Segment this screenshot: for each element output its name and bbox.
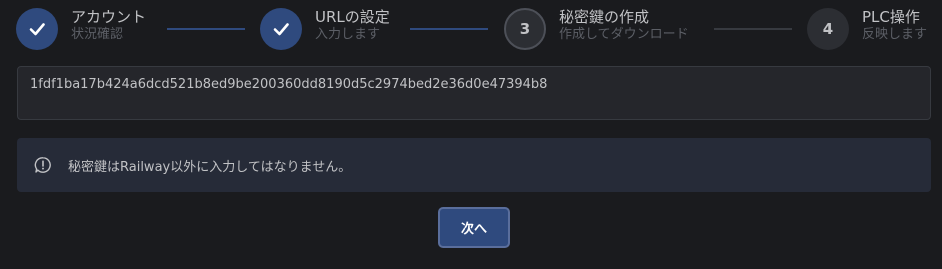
step-1-description: 状況確認 <box>71 27 124 42</box>
step-url-settings: URLの設定 入力します <box>260 8 390 50</box>
alert-message: 秘密鍵はRailway以外に入力してはなりません。 <box>68 159 352 175</box>
step-create-key: 3 秘密鍵の作成 作成してダウンロード <box>504 8 689 50</box>
step-4-description: 反映します <box>862 27 928 42</box>
step-account: アカウント 状況確認 <box>16 8 146 50</box>
step-2-indicator <box>260 8 302 50</box>
step-3-description: 作成してダウンロード <box>559 27 689 42</box>
step-2-description: 入力します <box>315 27 381 42</box>
step-4-label: PLC操作 <box>862 8 920 26</box>
stepper: アカウント 状況確認 URLの設定 入力します 3 秘密鍵の作成 作成してダウン… <box>16 8 936 52</box>
check-icon <box>29 23 45 36</box>
secret-key-field[interactable]: 1fdf1ba17b424a6dcd521b8ed9be200360dd8190… <box>17 66 931 120</box>
step-1-indicator <box>16 8 58 50</box>
step-1-label: アカウント <box>71 8 147 26</box>
step-3-label: 秘密鍵の作成 <box>559 8 650 26</box>
secret-key-value: 1fdf1ba17b424a6dcd521b8ed9be200360dd8190… <box>30 77 548 92</box>
check-icon <box>273 23 289 36</box>
step-connector-1 <box>167 28 245 30</box>
step-plc-operation: 4 PLC操作 反映します <box>807 8 927 50</box>
step-3-indicator: 3 <box>504 8 546 50</box>
info-circle-icon <box>34 156 52 174</box>
step-connector-3 <box>714 28 792 30</box>
step-2-label: URLの設定 <box>315 8 390 26</box>
step-4-indicator: 4 <box>807 8 849 50</box>
step-connector-2 <box>410 28 488 30</box>
next-button[interactable]: 次へ <box>438 207 510 248</box>
warning-alert: 秘密鍵はRailway以外に入力してはなりません。 <box>17 138 931 192</box>
